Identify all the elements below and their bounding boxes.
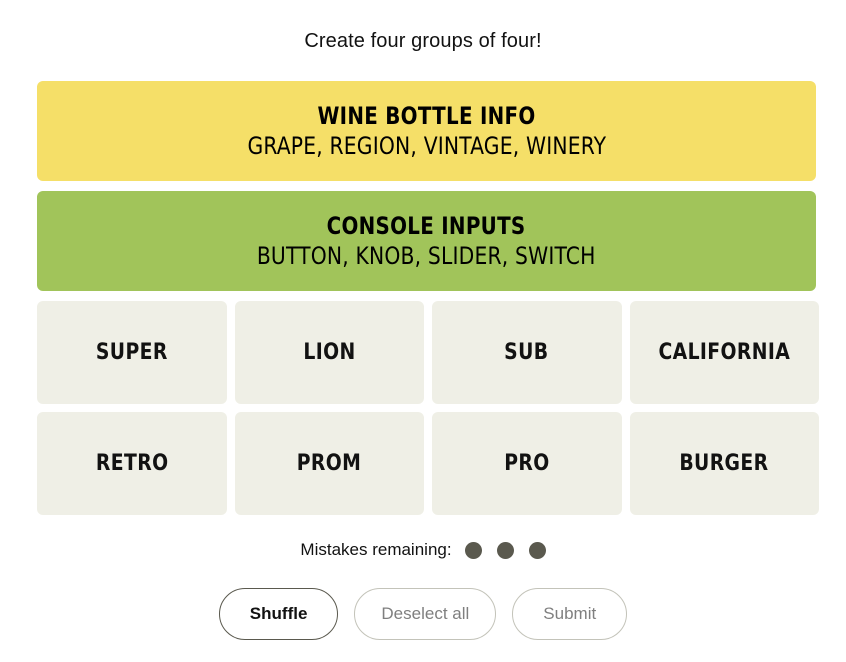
word-tile-retro[interactable]: RETRO (37, 412, 227, 515)
solved-group-title: WINE BOTTLE INFO (317, 102, 536, 130)
deselect-all-button[interactable]: Deselect all (354, 588, 497, 640)
tile-label: PRO (504, 451, 550, 476)
word-tile-prom[interactable]: PROM (234, 412, 424, 515)
mistakes-label: Mistakes remaining: (300, 540, 452, 559)
connections-game: Create four groups of four! WINE BOTTLE … (0, 0, 846, 662)
solved-group-members: BUTTON, KNOB, SLIDER, SWITCH (257, 242, 596, 270)
shuffle-button[interactable]: Shuffle (218, 588, 339, 640)
mistake-dot (528, 541, 546, 559)
tile-grid: SUPER LION SUB CALIFORNIA RETRO PROM PRO… (37, 301, 819, 515)
tile-label: SUPER (95, 340, 168, 365)
tile-label: BURGER (679, 451, 769, 476)
solved-group-title: CONSOLE INPUTS (327, 212, 526, 240)
tile-label: SUB (504, 340, 549, 365)
word-tile-super[interactable]: SUPER (37, 301, 227, 404)
word-tile-california[interactable]: CALIFORNIA (629, 301, 819, 404)
word-tile-lion[interactable]: LION (234, 301, 424, 404)
mistake-dot (464, 541, 482, 559)
page-title: Create four groups of four! (304, 30, 542, 52)
word-tile-pro[interactable]: PRO (432, 412, 622, 515)
tile-label: LION (303, 340, 356, 365)
tile-label: CALIFORNIA (658, 340, 791, 365)
tile-label: PROM (297, 451, 362, 476)
game-board: WINE BOTTLE INFO GRAPE, REGION, VINTAGE,… (37, 81, 819, 515)
mistake-dot (496, 541, 514, 559)
mistakes-remaining: Mistakes remaining: (0, 540, 846, 560)
word-tile-sub[interactable]: SUB (432, 301, 622, 404)
mistake-dots (464, 541, 546, 559)
solved-group-wine-bottle-info: WINE BOTTLE INFO GRAPE, REGION, VINTAGE,… (37, 81, 816, 181)
solved-group-console-inputs: CONSOLE INPUTS BUTTON, KNOB, SLIDER, SWI… (37, 191, 816, 291)
word-tile-burger[interactable]: BURGER (629, 412, 819, 515)
control-buttons: Shuffle Deselect all Submit (0, 588, 846, 640)
tile-label: RETRO (95, 451, 169, 476)
solved-group-members: GRAPE, REGION, VINTAGE, WINERY (247, 132, 606, 160)
submit-button[interactable]: Submit (512, 588, 628, 640)
